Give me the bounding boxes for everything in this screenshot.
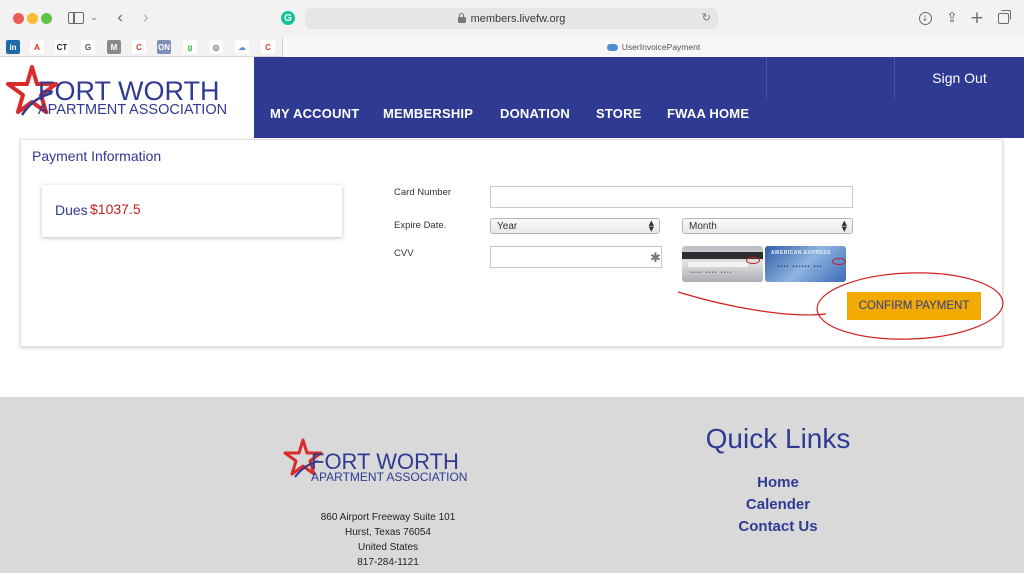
- cvv-input[interactable]: [490, 246, 662, 268]
- quick-links-title: Quick Links: [705, 423, 851, 454]
- share-icon: ⇪: [946, 10, 958, 26]
- amex-card-name: AMERICAN EXPRESS: [771, 250, 831, 256]
- confirm-payment-button[interactable]: CONFIRM PAYMENT: [847, 292, 981, 320]
- onenote-icon[interactable]: ON: [157, 40, 171, 54]
- ct-icon[interactable]: CT: [55, 40, 69, 54]
- sidebar-icon: [68, 12, 84, 24]
- forward-button[interactable]: ›: [138, 8, 154, 28]
- reload-icon[interactable]: ↻: [702, 11, 711, 24]
- quick-link-contact-us[interactable]: Contact Us: [668, 518, 888, 535]
- quick-link-calender[interactable]: Calender: [668, 496, 888, 513]
- url-text: members.livefw.org: [470, 12, 566, 25]
- minimize-window-button[interactable]: [27, 13, 38, 24]
- site-logo[interactable]: FORT WORTH APARTMENT ASSOCIATION: [0, 57, 254, 138]
- footer-phone: 817-284-1121: [357, 557, 419, 568]
- cvv-card-back-image: •••• •••• ••••: [682, 246, 763, 282]
- m-icon[interactable]: M: [107, 40, 121, 54]
- nav-separator: [766, 57, 767, 98]
- card-back-digits: •••• •••• ••••: [690, 270, 733, 276]
- cvv-label: CVV: [394, 248, 414, 259]
- select-arrows-icon: ▲ ▼: [841, 219, 847, 233]
- back-button[interactable]: ‹: [112, 8, 128, 28]
- month-select[interactable]: Month ▲ ▼: [682, 218, 853, 234]
- plus-icon: +: [969, 8, 985, 28]
- grammarly-extension-icon[interactable]: G: [281, 11, 295, 25]
- footer-address-line: 860 Airport Freeway Suite 101: [320, 512, 456, 523]
- dues-label: Dues: [55, 202, 88, 218]
- amex-card-digits: •••• •••••• •••: [777, 264, 823, 270]
- c-check-icon-2[interactable]: C: [261, 40, 275, 54]
- footer-address-line: United States: [357, 542, 419, 553]
- address-bar[interactable]: members.livefw.org ↻: [305, 8, 718, 29]
- tabs-icon: [997, 9, 1011, 24]
- menu-donation[interactable]: DONATION: [500, 106, 570, 126]
- footer-logo[interactable]: FORT WORTH APARTMENT ASSOCIATION: [283, 437, 503, 487]
- footer-address-line: Hurst, Texas 76054: [345, 527, 431, 538]
- zoom-window-button[interactable]: [41, 13, 52, 24]
- menu-fwaa-home[interactable]: FWAA HOME: [667, 106, 749, 126]
- card-number-input[interactable]: [490, 186, 853, 208]
- adobe-icon[interactable]: A: [30, 40, 44, 54]
- new-tab-button[interactable]: +: [968, 8, 986, 28]
- tab-title: UserInvoicePayment: [621, 42, 701, 52]
- select-arrows-icon: ▲ ▼: [648, 219, 654, 233]
- browser-toolbar: ⌄ ‹ › G members.livefw.org ↻ ↓ ⇪ +: [0, 0, 1024, 36]
- linkedin-icon[interactable]: in: [6, 40, 20, 54]
- tab-overview-button[interactable]: [994, 9, 1012, 27]
- cvv-highlight-mark: [746, 257, 760, 264]
- downloads-button[interactable]: ↓: [916, 9, 934, 27]
- menu-store[interactable]: STORE: [596, 106, 642, 126]
- download-icon: ↓: [918, 11, 932, 25]
- dues-amount: $1037.5: [90, 201, 141, 217]
- footer-logo-line-2: APARTMENT ASSOCIATION: [311, 470, 468, 484]
- year-select[interactable]: Year ▲ ▼: [490, 218, 660, 234]
- year-select-value: Year: [497, 220, 518, 232]
- menu-membership[interactable]: MEMBERSHIP: [383, 106, 473, 126]
- close-window-button[interactable]: [13, 13, 24, 24]
- logo-line-2: APARTMENT ASSOCIATION: [38, 102, 228, 118]
- c-check-icon[interactable]: C: [132, 40, 146, 54]
- expire-date-label: Expire Date.: [394, 220, 447, 231]
- google-icon[interactable]: G: [81, 40, 95, 54]
- sign-out-link[interactable]: Sign Out: [895, 57, 1024, 98]
- chevron-down-icon[interactable]: ⌄: [89, 8, 99, 28]
- target-icon[interactable]: ◎: [209, 40, 223, 54]
- active-tab[interactable]: UserInvoicePayment: [283, 37, 1024, 57]
- menu-my-account[interactable]: MY ACCOUNT: [270, 106, 359, 126]
- grammar-icon[interactable]: g: [183, 40, 197, 54]
- share-button[interactable]: ⇪: [943, 9, 961, 27]
- cloud-icon: [606, 43, 618, 51]
- sidebar-toggle-button[interactable]: [66, 8, 86, 28]
- lock-icon: [457, 13, 466, 23]
- cloud-icon[interactable]: ☁: [235, 40, 249, 54]
- card-number-label: Card Number: [394, 187, 452, 198]
- quick-link-home[interactable]: Home: [668, 474, 888, 491]
- browser-chrome: ⌄ ‹ › G members.livefw.org ↻ ↓ ⇪ + in A CT…: [0, 0, 1024, 57]
- month-select-value: Month: [689, 220, 717, 232]
- cvv-highlight-mark: [832, 258, 846, 265]
- required-asterisk-icon: ✱: [650, 251, 661, 266]
- payment-title: Payment Information: [32, 148, 162, 164]
